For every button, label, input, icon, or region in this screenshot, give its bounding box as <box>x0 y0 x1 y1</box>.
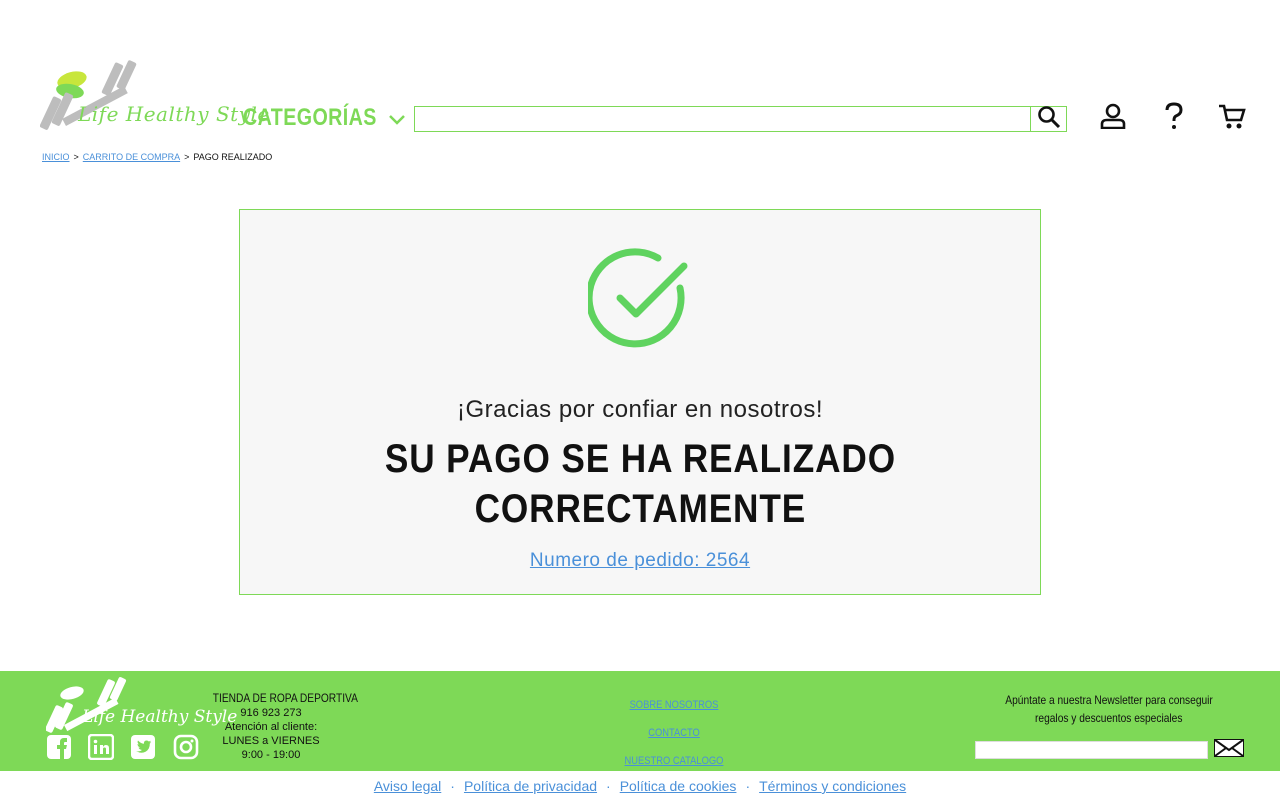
legal-links: Aviso legal · Política de privacidad · Polít… <box>0 778 1280 794</box>
instagram-link[interactable] <box>172 734 200 765</box>
legal-link-cookies[interactable]: Política de cookies <box>620 778 737 794</box>
search-input[interactable] <box>415 107 1030 131</box>
breadcrumb-separator: > <box>73 152 79 162</box>
help-icon <box>1164 101 1184 135</box>
facebook-icon <box>46 734 72 765</box>
footer-link-about[interactable]: SOBRE NOSOTROS <box>606 691 742 719</box>
linkedin-icon <box>87 733 115 765</box>
footer-link-catalog[interactable]: NUESTRO CATALOGO <box>606 747 742 775</box>
footer-link-contact[interactable]: CONTACTO <box>606 719 742 747</box>
cart-button[interactable] <box>1216 102 1248 134</box>
payment-confirmation-card: ¡Gracias por confiar en nosotros! SU PAG… <box>239 209 1041 595</box>
envelope-icon <box>1214 738 1244 762</box>
help-button[interactable] <box>1158 101 1190 135</box>
service-days: LUNES a VIERNES <box>222 735 320 747</box>
store-info: TIENDA DE ROPA DEPORTIVA 916 923 273 Ate… <box>200 691 358 762</box>
legal-link-privacy[interactable]: Política de privacidad <box>464 778 597 794</box>
breadcrumb-separator: > <box>184 152 190 162</box>
site-logo[interactable]: Life Healthy Style <box>40 58 269 138</box>
chevron-down-icon <box>388 113 406 131</box>
categories-label: CATEGORÍAS <box>243 104 377 131</box>
payment-success-title: SU PAGO SE HA REALIZADO CORRECTAMENTE <box>240 434 1040 534</box>
twitter-icon <box>130 734 156 765</box>
search-bar <box>414 105 1067 134</box>
search-button[interactable] <box>1030 105 1066 134</box>
headline-line-2: CORRECTAMENTE <box>474 487 806 531</box>
instagram-icon <box>173 734 199 765</box>
newsletter-email-input[interactable] <box>975 741 1208 759</box>
check-circle-icon <box>585 248 692 357</box>
footer: Life Healthy Style TIENDA DE ROPA DEPORT… <box>0 671 1280 771</box>
legal-link-aviso[interactable]: Aviso legal <box>374 778 441 794</box>
user-icon <box>1100 103 1126 134</box>
legal-separator: · <box>606 778 611 794</box>
logo-text: Life Healthy Style <box>78 102 270 126</box>
newsletter-line-2: regalos y descuentos especiales <box>1035 711 1183 725</box>
dumbbell-logo-icon <box>40 60 137 130</box>
twitter-link[interactable] <box>129 734 157 765</box>
legal-separator: · <box>745 778 751 794</box>
linkedin-link[interactable] <box>87 733 115 765</box>
service-hours: 9:00 - 19:00 <box>241 749 301 761</box>
cart-icon <box>1218 102 1246 135</box>
store-title: TIENDA DE ROPA DEPORTIVA <box>212 691 358 705</box>
search-icon <box>1037 105 1061 134</box>
breadcrumb-current: PAGO REALIZADO <box>193 152 273 162</box>
customer-service-label: Atención al cliente: <box>224 721 318 733</box>
breadcrumb: INICIO > CARRITO DE COMPRA > PAGO REALIZ… <box>42 152 272 162</box>
facebook-link[interactable] <box>45 734 73 765</box>
legal-separator: · <box>450 778 455 794</box>
breadcrumb-cart-link[interactable]: CARRITO DE COMPRA <box>83 152 180 162</box>
newsletter-line-1: Apúntate a nuestra Newsletter para conse… <box>1005 693 1213 707</box>
breadcrumb-home-link[interactable]: INICIO <box>42 152 70 162</box>
thanks-message: ¡Gracias por confiar en nosotros! <box>457 396 823 423</box>
page: Life Healthy Style CATEGORÍAS INICIO > C… <box>0 0 1280 802</box>
order-number-link[interactable]: Numero de pedido: 2564 <box>240 550 1040 572</box>
store-phone: 916 923 273 <box>240 707 302 719</box>
account-button[interactable] <box>1097 102 1129 134</box>
footer-logo[interactable]: Life Healthy Style <box>45 675 237 735</box>
newsletter-submit-button[interactable] <box>1214 738 1244 762</box>
headline-line-1: SU PAGO SE HA REALIZADO <box>384 437 896 481</box>
footer-links: SOBRE NOSOTROS CONTACTO NUESTRO CATALOGO <box>594 691 754 775</box>
newsletter-text: Apúntate a nuestra Newsletter para conse… <box>980 691 1238 727</box>
categories-menu[interactable]: CATEGORÍAS <box>243 104 406 132</box>
legal-link-terms[interactable]: Términos y condiciones <box>759 778 906 794</box>
